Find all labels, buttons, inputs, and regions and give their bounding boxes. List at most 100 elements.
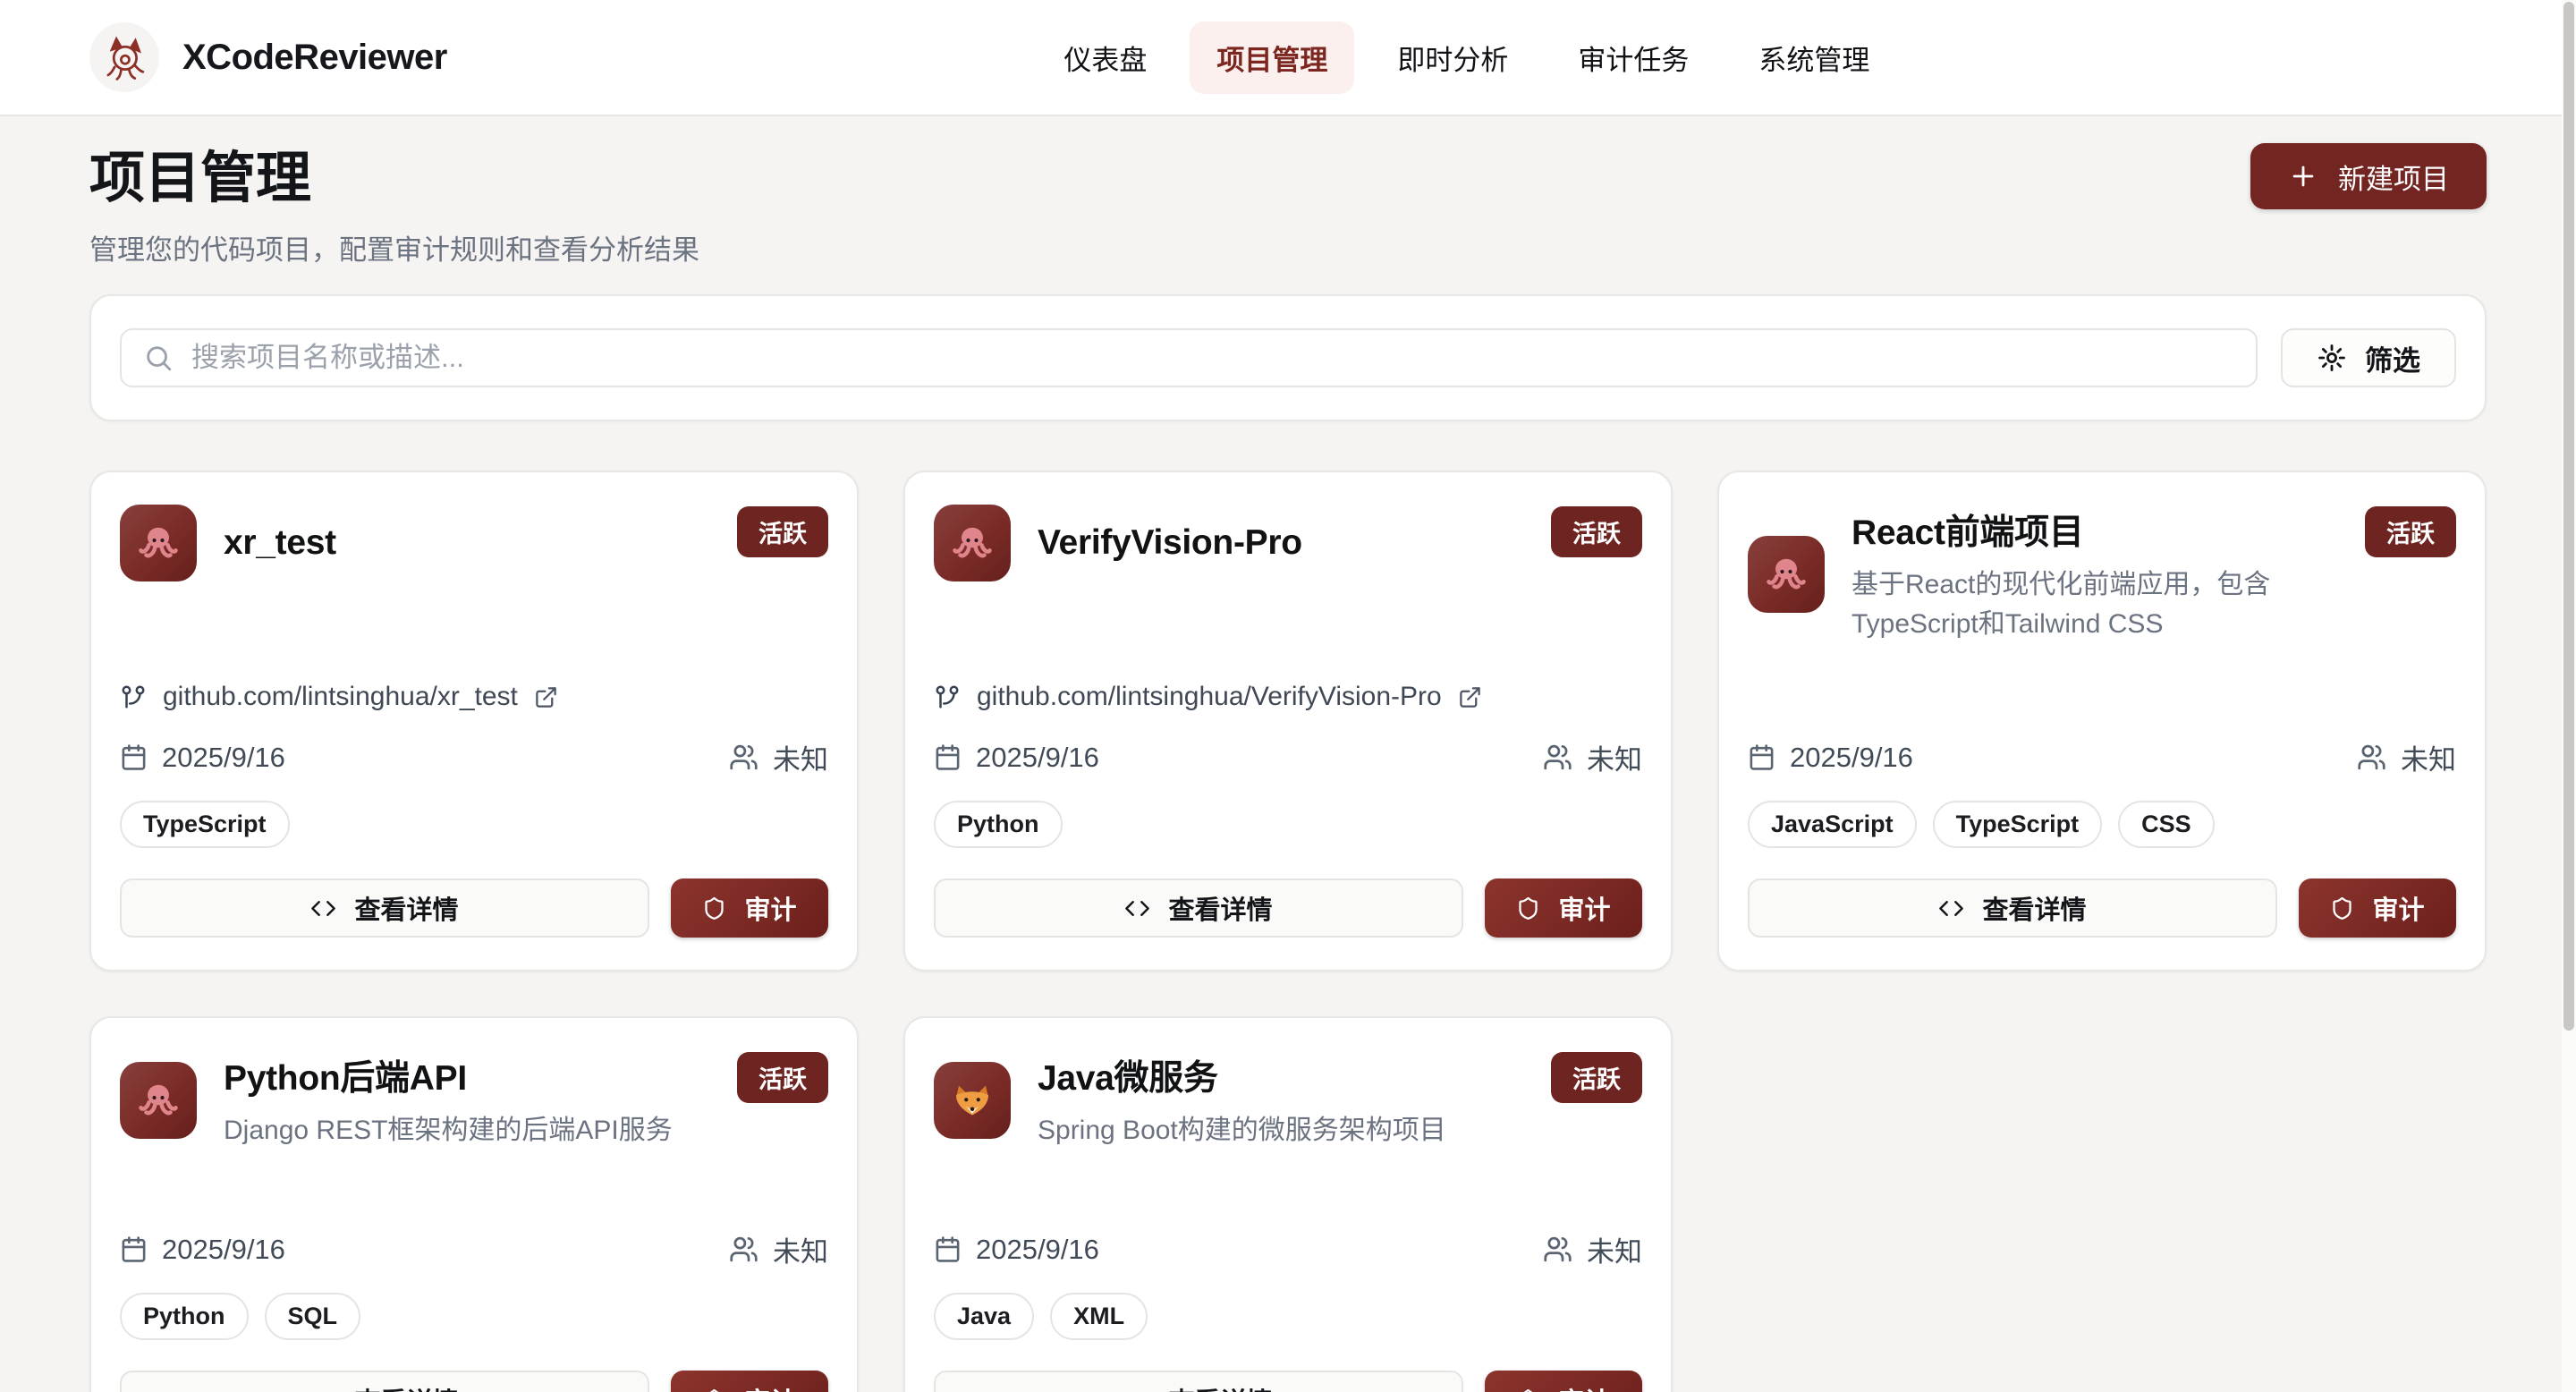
- audit-button[interactable]: 审计: [671, 878, 828, 938]
- project-date: 2025/9/16: [976, 742, 1099, 774]
- new-project-label: 新建项目: [2338, 157, 2449, 197]
- shield-icon: [1516, 1388, 1540, 1392]
- status-badge: 活跃: [737, 506, 828, 557]
- project-card: React前端项目 基于React的现代化前端应用，包含TypeScript和T…: [1717, 471, 2487, 972]
- audit-button[interactable]: 审计: [671, 1371, 828, 1392]
- page-head: 项目管理 管理您的代码项目，配置审计规则和查看分析结果 新建项目: [89, 132, 2487, 267]
- main-nav: 仪表盘项目管理即时分析审计任务系统管理: [447, 21, 2487, 94]
- project-repo-row[interactable]: github.com/lintsinghua/VerifyVision-Pro: [934, 682, 1642, 712]
- audit-button[interactable]: 审计: [1485, 1371, 1642, 1392]
- shield-icon: [1516, 896, 1540, 921]
- tag-pill: CSS: [2118, 801, 2215, 848]
- view-details-button[interactable]: 查看详情: [934, 1371, 1463, 1392]
- page-subtitle: 管理您的代码项目，配置审计规则和查看分析结果: [89, 227, 699, 267]
- nav-item-4[interactable]: 系统管理: [1732, 21, 1896, 94]
- project-avatar: [120, 505, 197, 581]
- tag-pill: XML: [1050, 1293, 1148, 1340]
- details-button-label: 查看详情: [1982, 889, 2086, 927]
- project-tags: PythonSQL: [120, 1293, 828, 1340]
- project-card: Java微服务 Spring Boot构建的微服务架构项目 活跃 2025/9/…: [903, 1016, 1673, 1392]
- filter-label: 筛选: [2365, 338, 2420, 378]
- project-description: Spring Boot构建的微服务架构项目: [1038, 1111, 1446, 1150]
- page-title: 项目管理: [89, 132, 699, 213]
- project-description: Django REST框架构建的后端API服务: [224, 1111, 673, 1150]
- project-avatar: [1748, 536, 1825, 613]
- status-badge: 活跃: [1551, 506, 1642, 557]
- code-icon: [310, 895, 336, 921]
- nav-item-0[interactable]: 仪表盘: [1037, 21, 1174, 94]
- users-icon: [2357, 743, 2386, 772]
- view-details-button[interactable]: 查看详情: [120, 1371, 649, 1392]
- tag-pill: Python: [120, 1293, 249, 1340]
- shield-icon: [702, 896, 726, 921]
- tag-pill: TypeScript: [1933, 801, 2103, 848]
- status-badge: 活跃: [1551, 1052, 1642, 1103]
- audit-button-label: 审计: [1558, 1381, 1610, 1392]
- users-icon: [729, 743, 758, 772]
- new-project-button[interactable]: 新建项目: [2250, 143, 2487, 209]
- audit-button-label: 审计: [2372, 889, 2424, 927]
- plus-icon: [2288, 161, 2318, 191]
- audit-button[interactable]: 审计: [1485, 878, 1642, 938]
- view-details-button[interactable]: 查看详情: [120, 878, 649, 938]
- project-members: 未知: [2401, 737, 2456, 777]
- project-avatar: [934, 505, 1011, 581]
- project-members: 未知: [773, 737, 828, 777]
- search-input[interactable]: [120, 328, 2258, 387]
- audit-button-label: 审计: [744, 1381, 796, 1392]
- project-date: 2025/9/16: [162, 742, 285, 774]
- project-name: VerifyVision-Pro: [1038, 523, 1302, 563]
- scrollbar-track: [2562, 0, 2576, 1392]
- nav-item-2[interactable]: 即时分析: [1370, 21, 1535, 94]
- tag-pill: Java: [934, 1293, 1034, 1340]
- top-navbar: XCodeReviewer 仪表盘项目管理即时分析审计任务系统管理: [0, 0, 2576, 116]
- shield-icon: [702, 1388, 726, 1392]
- gear-icon: [2317, 343, 2347, 373]
- calendar-icon: [934, 743, 962, 771]
- audit-button-label: 审计: [744, 889, 796, 927]
- code-icon: [1124, 895, 1150, 921]
- project-members: 未知: [1587, 1229, 1642, 1269]
- scrollbar-thumb[interactable]: [2563, 2, 2574, 1031]
- calendar-icon: [120, 1235, 148, 1263]
- details-button-label: 查看详情: [1168, 1381, 1272, 1392]
- view-details-button[interactable]: 查看详情: [934, 878, 1463, 938]
- project-members: 未知: [1587, 737, 1642, 777]
- octopus-avatar-icon: [137, 1079, 180, 1122]
- code-icon: [1938, 895, 1964, 921]
- view-details-button[interactable]: 查看详情: [1748, 878, 2277, 938]
- project-description: 基于React的现代化前端应用，包含TypeScript和Tailwind CS…: [1852, 565, 2365, 643]
- project-avatar: [120, 1062, 197, 1139]
- calendar-icon: [120, 743, 148, 771]
- project-name: xr_test: [224, 523, 336, 563]
- external-link-icon: [534, 685, 558, 709]
- code-icon: [310, 1388, 336, 1392]
- octopus-logo-icon: [89, 22, 159, 92]
- filter-button[interactable]: 筛选: [2281, 328, 2456, 387]
- nav-item-3[interactable]: 审计任务: [1551, 21, 1716, 94]
- details-button-label: 查看详情: [354, 889, 458, 927]
- audit-button[interactable]: 审计: [2299, 878, 2456, 938]
- brand-name: XCodeReviewer: [182, 38, 447, 78]
- status-badge: 活跃: [737, 1052, 828, 1103]
- details-button-label: 查看详情: [354, 1381, 458, 1392]
- project-tags: JavaScriptTypeScriptCSS: [1748, 801, 2456, 848]
- octopus-avatar-icon: [951, 522, 994, 564]
- project-name: Python后端API: [224, 1050, 673, 1100]
- project-repo-row[interactable]: github.com/lintsinghua/xr_test: [120, 682, 828, 712]
- git-branch-icon: [120, 683, 147, 710]
- users-icon: [1543, 1235, 1572, 1264]
- external-link-icon: [1458, 685, 1482, 709]
- code-icon: [1124, 1388, 1150, 1392]
- users-icon: [1543, 743, 1572, 772]
- brand[interactable]: XCodeReviewer: [89, 22, 447, 92]
- tag-pill: Python: [934, 801, 1063, 848]
- project-tags: Java XML: [934, 1293, 1642, 1340]
- project-date: 2025/9/16: [976, 1234, 1099, 1266]
- project-members: 未知: [773, 1229, 828, 1269]
- project-card: Python后端API Django REST框架构建的后端API服务 活跃 2…: [89, 1016, 859, 1392]
- nav-item-1[interactable]: 项目管理: [1190, 21, 1354, 94]
- status-badge: 活跃: [2365, 506, 2456, 557]
- main-content: 项目管理 管理您的代码项目，配置审计规则和查看分析结果 新建项目 筛选: [0, 116, 2576, 1392]
- repo-link-text: github.com/lintsinghua/xr_test: [163, 682, 518, 712]
